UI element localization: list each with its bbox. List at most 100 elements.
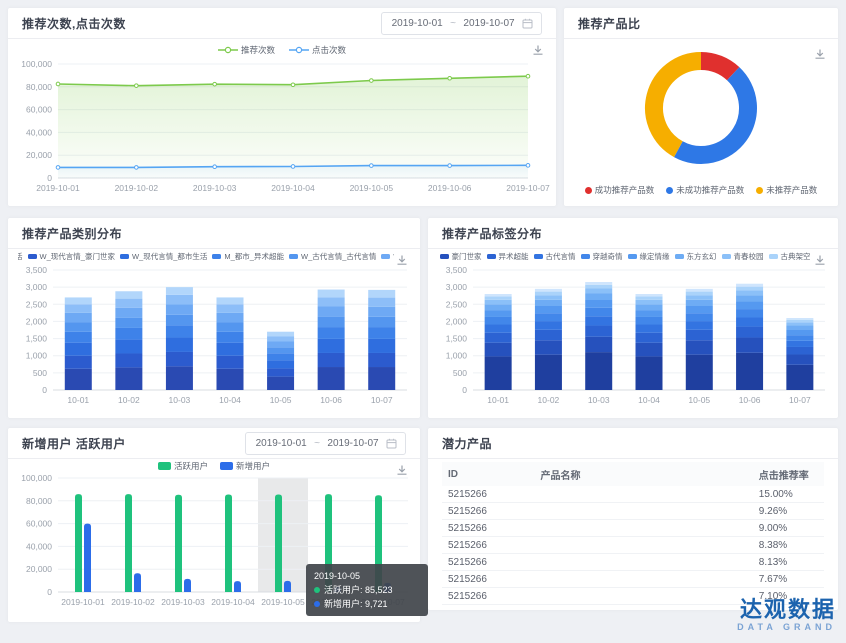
legend-item[interactable]: M_都市_都市生活: [18, 251, 23, 262]
potential-products-table: ID产品名称点击推荐率521526615.00%52152669.26%5215…: [442, 462, 824, 605]
svg-text:0: 0: [47, 587, 52, 597]
legend-swatch: [28, 254, 37, 260]
logo-cn-text: 达观数据: [737, 597, 836, 622]
svg-text:500: 500: [453, 368, 467, 378]
legend-item[interactable]: 推荐次数: [218, 44, 275, 56]
legend-item[interactable]: 点击次数: [289, 44, 346, 56]
date-range-picker[interactable]: 2019-10-01 ~ 2019-10-07: [381, 12, 542, 35]
svg-text:10-07: 10-07: [371, 395, 393, 405]
legend-item[interactable]: 异术超能: [487, 251, 529, 262]
svg-text:2019-10-02: 2019-10-02: [115, 183, 159, 193]
date-range-picker[interactable]: 2019-10-01 ~ 2019-10-07: [245, 432, 406, 455]
cell-id: 5215266: [448, 489, 541, 500]
legend-item[interactable]: W_现代言情_都市生活: [120, 251, 207, 262]
svg-text:10-03: 10-03: [588, 395, 610, 405]
stacked-bar-chart-tag[interactable]: 05001,0001,5002,0002,5003,0003,50010-011…: [431, 264, 833, 414]
legend-item[interactable]: 活跃用户: [158, 460, 208, 472]
tooltip-row: 新增用户: 9,721: [314, 597, 420, 611]
cell-click-rate: 9.26%: [759, 506, 818, 517]
tooltip-text: 新增用户: 9,721: [324, 597, 388, 611]
svg-text:10-04: 10-04: [638, 395, 660, 405]
legend-item[interactable]: 古代言情: [534, 251, 576, 262]
legend-item[interactable]: 缘定情缘: [628, 251, 670, 262]
card-potential-products: 潜力产品 ID产品名称点击推荐率521526615.00%52152669.26…: [428, 428, 838, 610]
svg-text:80,000: 80,000: [26, 82, 52, 92]
svg-text:2019-10-07: 2019-10-07: [506, 183, 550, 193]
legend-label: M_都市_都市生活: [18, 251, 23, 262]
svg-text:10-05: 10-05: [270, 395, 292, 405]
cell-click-rate: 8.38%: [759, 540, 818, 551]
legend-item[interactable]: M_都市_异术超能: [212, 251, 284, 262]
legend-label: 豪门世家: [452, 251, 482, 262]
legend-swatch: [675, 254, 684, 260]
legend-label: 古典架空: [781, 251, 811, 262]
table-row: 52152667.67%: [442, 571, 824, 588]
legend-label: 穿越奇情: [593, 251, 623, 262]
svg-text:10-04: 10-04: [219, 395, 241, 405]
card-title: 推荐产品类别分布: [22, 225, 122, 242]
legend-swatch: [666, 187, 673, 194]
cell-id: 5215266: [448, 591, 541, 602]
svg-text:0: 0: [42, 385, 47, 395]
date-to[interactable]: 2019-10-07: [326, 438, 380, 449]
card-header: 潜力产品: [428, 428, 838, 459]
card-category-distribution: 推荐产品类别分布 M_都市_都市生活 W_现代言情_豪门世家 W_现代言情_都市生活…: [8, 218, 420, 418]
svg-text:3,000: 3,000: [446, 282, 468, 292]
legend-swatch: [585, 187, 592, 194]
legend-swatch: [769, 254, 778, 260]
legend-item[interactable]: 未推荐产品数: [756, 184, 817, 196]
svg-text:2019-10-05: 2019-10-05: [350, 183, 394, 193]
legend-swatch: [581, 254, 590, 260]
legend-label: W_现代言情_都市生活: [132, 251, 207, 262]
calendar-icon: [522, 18, 533, 29]
svg-text:100,000: 100,000: [21, 59, 52, 69]
card-recommend-ratio: 推荐产品比 成功推荐产品数未成功推荐产品数未推荐产品数: [564, 8, 838, 206]
svg-text:2019-10-01: 2019-10-01: [36, 183, 80, 193]
tooltip-text: 活跃用户: 85,523: [324, 583, 393, 597]
users-chart-legend: 活跃用户新增用户: [18, 460, 410, 472]
cell-click-rate: 8.13%: [759, 557, 818, 568]
svg-text:0: 0: [462, 385, 467, 395]
date-separator: ~: [314, 438, 320, 449]
table-row: 52152669.26%: [442, 503, 824, 520]
dashboard-page: 推荐次数,点击次数 2019-10-01 ~ 2019-10-07 推荐次数 点击…: [0, 0, 846, 643]
legend-item[interactable]: 新增用户: [220, 460, 270, 472]
legend-swatch: [120, 254, 129, 260]
legend-item[interactable]: 东方玄幻: [675, 251, 717, 262]
date-to[interactable]: 2019-10-07: [462, 18, 516, 29]
svg-text:20,000: 20,000: [26, 564, 52, 574]
svg-text:2,000: 2,000: [26, 316, 48, 326]
legend-swatch: [487, 254, 496, 260]
legend-item[interactable]: W_现代言情_豪门世家: [28, 251, 115, 262]
svg-text:100,000: 100,000: [21, 473, 52, 483]
date-from[interactable]: 2019-10-01: [254, 438, 308, 449]
legend-item[interactable]: W_古代言情_古代言情: [289, 251, 376, 262]
legend-item[interactable]: 未成功推荐产品数: [666, 184, 744, 196]
table-header-cell: 产品名称: [541, 467, 759, 482]
legend-item[interactable]: 青春校园: [722, 251, 764, 262]
stacked-bar-chart-category[interactable]: 05001,0001,5002,0002,5003,0003,50010-011…: [11, 264, 415, 414]
donut-chart[interactable]: [564, 38, 838, 174]
legend-swatch: [722, 254, 731, 260]
legend-item[interactable]: W_古代言: [381, 251, 394, 262]
legend-item[interactable]: 成功推荐产品数: [585, 184, 655, 196]
legend-item[interactable]: 古典架空: [769, 251, 811, 262]
legend-label: 点击次数: [312, 44, 346, 56]
legend-label: 青春校园: [734, 251, 764, 262]
svg-text:10-03: 10-03: [169, 395, 191, 405]
card-tag-distribution: 推荐产品标签分布 都市生活豪门世家异术超能古代言情穿越奇情缘定情缘东方玄幻青春校…: [428, 218, 838, 418]
svg-text:1,500: 1,500: [26, 334, 48, 344]
legend-label: 成功推荐产品数: [595, 184, 655, 196]
line-chart[interactable]: 020,00040,00060,00080,000100,0002019-10-…: [12, 56, 552, 202]
legend-label: 活跃用户: [174, 460, 208, 472]
tooltip-row: 活跃用户: 85,523: [314, 583, 420, 597]
legend-item[interactable]: 豪门世家: [440, 251, 482, 262]
svg-text:2019-10-04: 2019-10-04: [271, 183, 315, 193]
calendar-icon: [386, 438, 397, 449]
line-chart-legend: 推荐次数 点击次数: [18, 44, 546, 56]
legend-item[interactable]: 穿越奇情: [581, 251, 623, 262]
date-from[interactable]: 2019-10-01: [390, 18, 444, 29]
card-title: 推荐次数,点击次数: [22, 15, 126, 32]
download-icon[interactable]: [532, 44, 544, 56]
stacked-chart-legend: 都市生活豪门世家异术超能古代言情穿越奇情缘定情缘东方玄幻青春校园古典架空恩怨情仇: [438, 251, 812, 262]
